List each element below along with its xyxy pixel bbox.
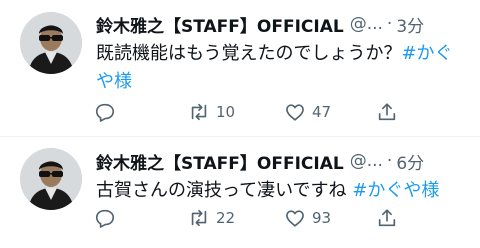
separator-dot: · [386, 151, 393, 171]
tweet-body: 既読機能はもう覚えたのでしょうか？ [96, 43, 402, 64]
tweet-body: 古賀さんの演技って凄いですね [96, 180, 347, 201]
retweet-button[interactable]: 22 [188, 205, 235, 231]
author-name[interactable]: 鈴木雅之【STAFF】OFFICIAL [96, 149, 344, 174]
retweet-icon [191, 103, 207, 121]
author-name[interactable]: 鈴木雅之【STAFF】OFFICIAL [96, 12, 344, 37]
reply-icon [95, 103, 115, 122]
tweet-feed: 鈴木雅之【STAFF】OFFICIAL @... · 3分 既読機能はもう覚えた… [0, 0, 480, 248]
share-button[interactable] [376, 99, 398, 125]
share-icon [378, 103, 396, 121]
hashtag-link[interactable]: #かぐや様 [352, 180, 439, 201]
tweet-header: 鈴木雅之【STAFF】OFFICIAL @... · 3分 [96, 10, 468, 38]
tweet-actions: 22 93 [94, 205, 396, 231]
avatar-photo-icon [20, 12, 82, 74]
reply-button[interactable] [94, 205, 116, 231]
avatar[interactable] [20, 12, 82, 74]
separator-dot: · [386, 14, 393, 34]
tweet[interactable]: 鈴木雅之【STAFF】OFFICIAL @... · 6分 古賀さんの演技って凄… [0, 137, 480, 248]
reply-icon [95, 209, 115, 228]
avatar-photo-icon [20, 148, 82, 210]
timestamp[interactable]: 6分 [396, 149, 424, 174]
tweet-text: 古賀さんの演技って凄いですね #かぐや様 [96, 177, 466, 205]
like-button[interactable]: 47 [284, 99, 331, 125]
retweet-count: 22 [216, 209, 236, 227]
tweet-header: 鈴木雅之【STAFF】OFFICIAL @... · 6分 [96, 147, 468, 175]
heart-icon [286, 104, 304, 121]
author-handle[interactable]: @... [350, 14, 383, 34]
tweet[interactable]: 鈴木雅之【STAFF】OFFICIAL @... · 3分 既読機能はもう覚えた… [0, 0, 480, 136]
like-button[interactable]: 93 [284, 205, 331, 231]
like-count: 47 [312, 103, 332, 121]
heart-icon [286, 210, 304, 227]
reply-button[interactable] [94, 99, 116, 125]
share-button[interactable] [376, 205, 398, 231]
like-count: 93 [312, 209, 332, 227]
tweet-actions: 10 47 [94, 99, 396, 125]
retweet-button[interactable]: 10 [188, 99, 235, 125]
tweet-text: 既読機能はもう覚えたのでしょうか？#かぐや様 [96, 40, 466, 96]
avatar[interactable] [20, 148, 82, 210]
retweet-icon [191, 209, 207, 227]
timestamp[interactable]: 3分 [396, 12, 424, 37]
author-handle[interactable]: @... [350, 151, 383, 171]
share-icon [378, 209, 396, 227]
retweet-count: 10 [216, 103, 236, 121]
